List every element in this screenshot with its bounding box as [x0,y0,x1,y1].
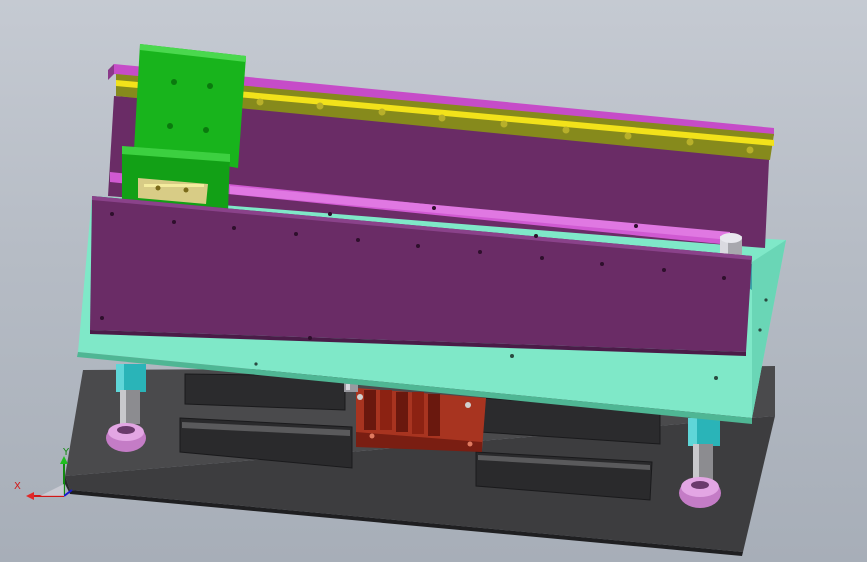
x-axis-arrow [26,492,34,500]
fixture-assembly-model[interactable] [0,0,867,562]
x-axis-label: X [14,481,21,492]
cad-viewport[interactable]: X Y [0,0,867,562]
triad-icon [26,456,73,500]
y-axis-label: Y [63,447,70,458]
pneumatic-cylinder[interactable] [356,388,486,452]
z-axis-line [63,489,73,497]
coordinate-triad: X Y [12,448,82,508]
triad-plane [40,484,64,496]
slide-block[interactable] [122,44,246,212]
